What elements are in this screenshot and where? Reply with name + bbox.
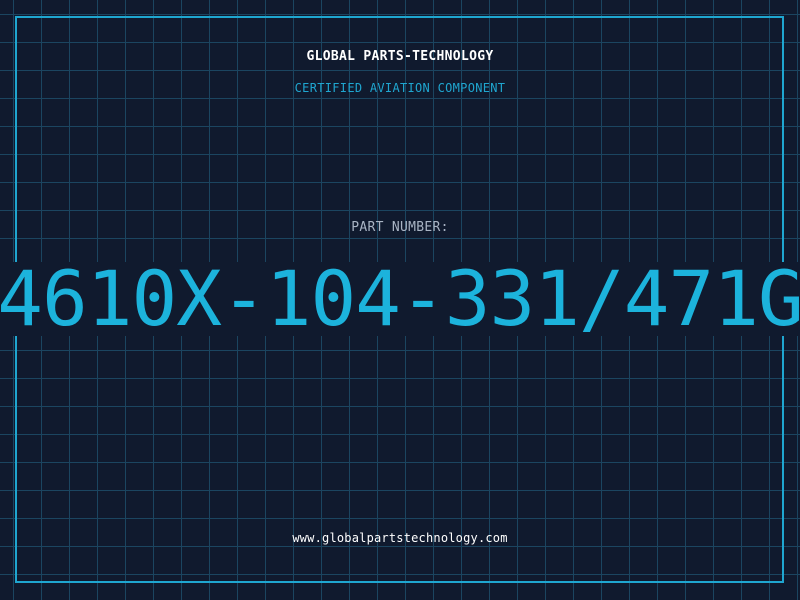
part-number-band: 4610X-104-331/471G xyxy=(0,262,800,336)
part-number-value: 4610X-104-331/471G xyxy=(0,262,800,336)
company-name: GLOBAL PARTS-TECHNOLOGY xyxy=(306,49,494,64)
part-number-label: PART NUMBER: xyxy=(351,220,449,235)
website-url: www.globalpartstechnology.com xyxy=(292,531,508,545)
certification-subtitle: CERTIFIED AVIATION COMPONENT xyxy=(294,81,506,95)
